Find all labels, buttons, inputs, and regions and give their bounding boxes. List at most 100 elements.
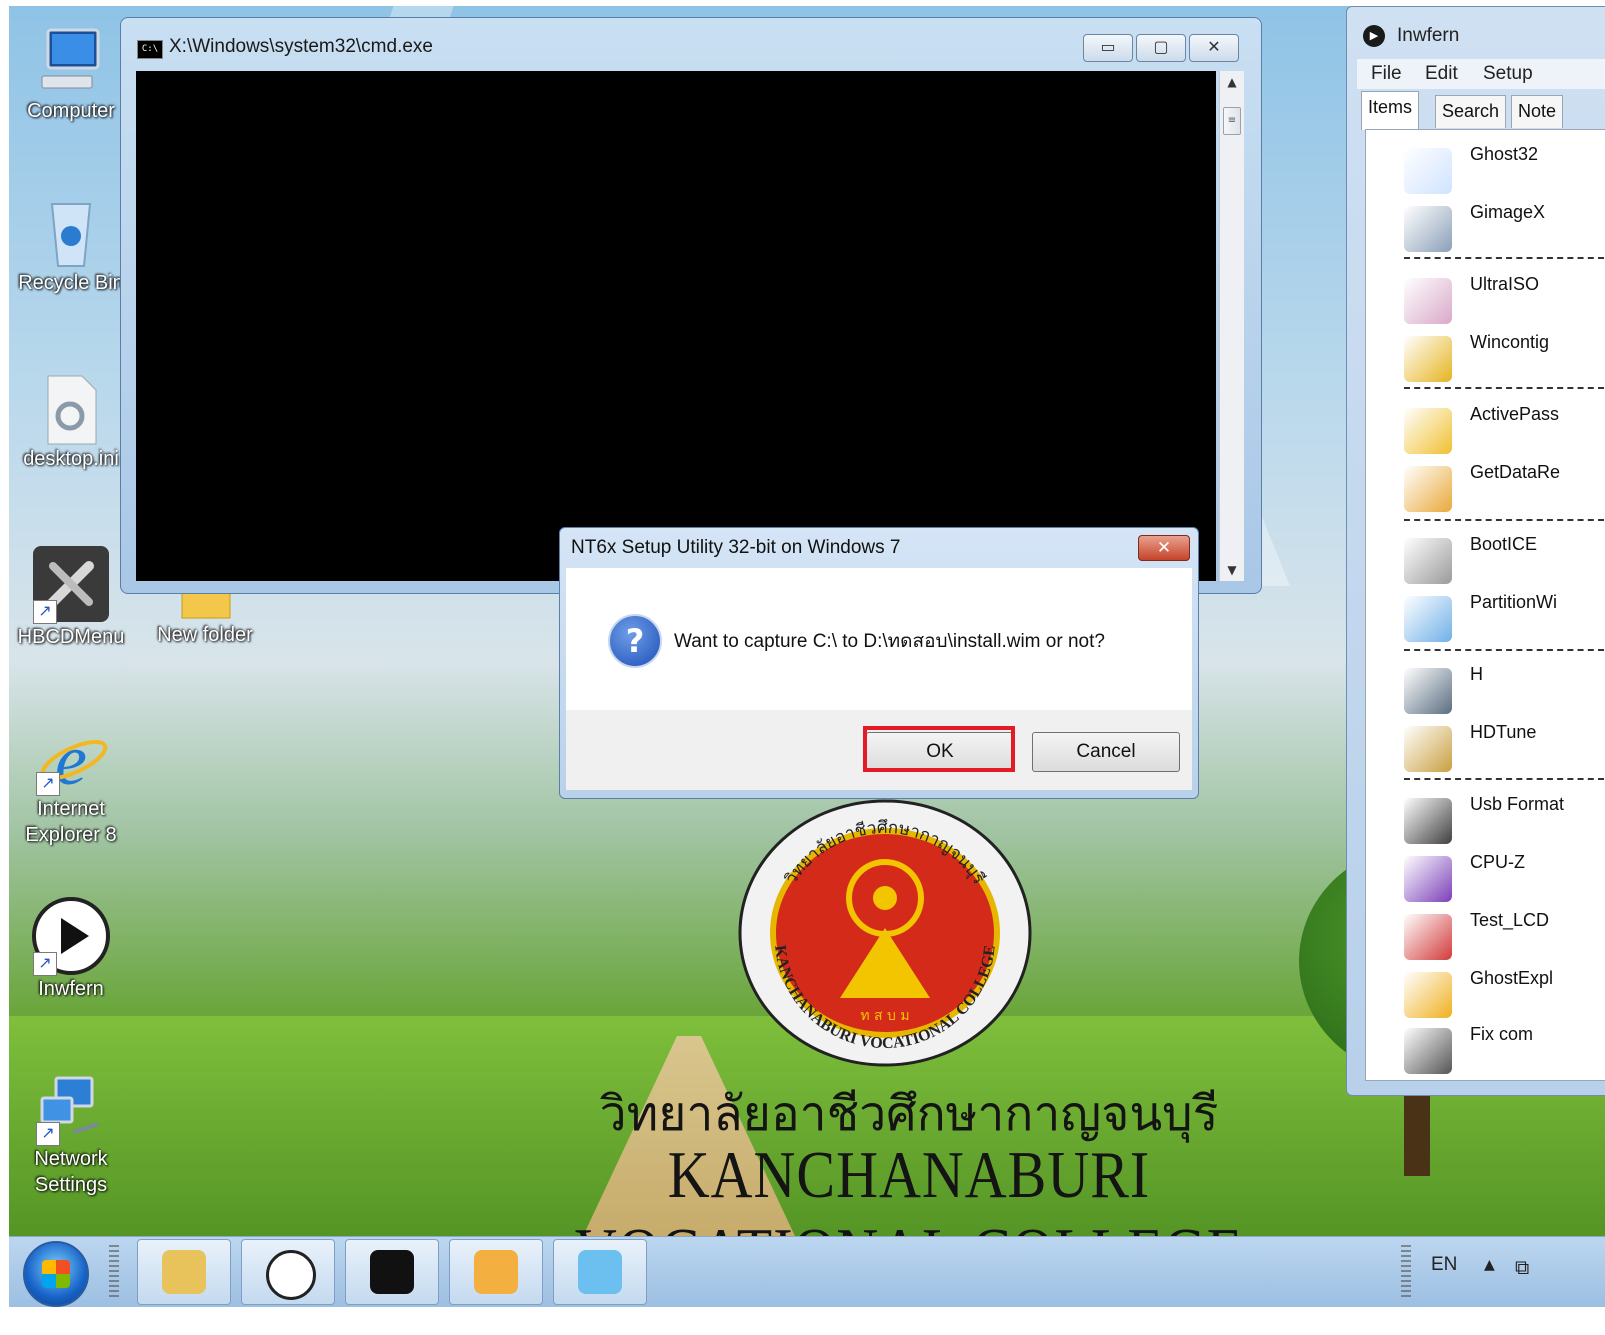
- network-icon: ↗: [34, 1072, 108, 1146]
- desktop-icon-desktop-ini[interactable]: desktop.ini: [11, 372, 131, 472]
- scroll-down-arrow-icon[interactable]: ▼: [1220, 559, 1244, 581]
- ok-button-highlight: [863, 726, 1015, 772]
- cpuz-icon: [1404, 856, 1452, 902]
- college-emblem: วิทยาลัยอาชีวศึกษากาญจนบุรี KANCHANABURI…: [738, 799, 1032, 1067]
- confirm-dialog[interactable]: NT6x Setup Utility 32-bit on Windows 7 ✕…: [559, 527, 1199, 799]
- taskbar-cmd-button[interactable]: [345, 1239, 439, 1305]
- launcher-item-list: Ghost32 GimageX UltraISO Wincontig Activ…: [1365, 129, 1605, 1081]
- tray-grip[interactable]: [1401, 1245, 1411, 1299]
- tab-items[interactable]: Items: [1361, 91, 1420, 130]
- menu-file[interactable]: File: [1371, 63, 1402, 85]
- desktop-icon-recycle-bin[interactable]: Recycle Bin: [11, 196, 131, 296]
- play-icon: ▶: [1363, 25, 1385, 47]
- taskbar-paint-button[interactable]: [449, 1239, 543, 1305]
- list-item[interactable]: Usb Format: [1404, 794, 1605, 846]
- maximize-button[interactable]: ▢: [1136, 34, 1186, 62]
- floppy-icon: [1404, 538, 1452, 584]
- app-icon: [578, 1250, 622, 1294]
- hdtune-icon: [1404, 726, 1452, 772]
- desktop-icon-computer[interactable]: Computer: [11, 24, 131, 124]
- taskbar-explorer-button[interactable]: [137, 1239, 231, 1305]
- vertical-scrollbar[interactable]: ▲ ≡ ▼: [1219, 71, 1244, 581]
- close-button[interactable]: ✕: [1189, 34, 1239, 62]
- list-item[interactable]: PartitionWi: [1404, 592, 1605, 644]
- list-item-label: BootICE: [1470, 534, 1538, 554]
- tools-icon: ↗: [31, 544, 111, 624]
- list-item-label: PartitionWi: [1470, 592, 1558, 612]
- list-item[interactable]: GhostExpl: [1404, 968, 1605, 1020]
- list-item[interactable]: ActivePass: [1404, 404, 1605, 456]
- list-item[interactable]: Ghost32: [1404, 144, 1605, 196]
- list-item[interactable]: GetDataRe: [1404, 462, 1605, 514]
- shortcut-arrow-icon: ↗: [36, 1122, 60, 1146]
- windows-logo-icon: [42, 1260, 70, 1288]
- network-tray-icon[interactable]: ⧉: [1515, 1255, 1529, 1279]
- desktop-icon-label: Inwfern: [38, 978, 104, 1000]
- inwfern-launcher-window[interactable]: ▶ Inwfern File Edit Setup Items Search N…: [1346, 6, 1605, 1096]
- key-icon: [1404, 408, 1452, 454]
- console-output-area[interactable]: [136, 71, 1216, 581]
- desktop-icon-internet-explorer[interactable]: e ↗ Internet Explorer 8: [11, 720, 131, 848]
- list-item[interactable]: HDTune: [1404, 722, 1605, 774]
- list-item[interactable]: H: [1404, 664, 1605, 716]
- desktop-icon-label: desktop.ini: [23, 448, 119, 470]
- gimagex-icon: [1404, 206, 1452, 252]
- language-indicator[interactable]: EN: [1431, 1254, 1457, 1276]
- desktop-icon-label: Internet Explorer 8: [25, 798, 117, 846]
- partition-icon: [1404, 596, 1452, 642]
- list-item[interactable]: Wincontig: [1404, 332, 1605, 384]
- minimize-button[interactable]: ▭: [1083, 34, 1133, 62]
- tab-note[interactable]: Note: [1511, 95, 1564, 128]
- list-item[interactable]: CPU-Z: [1404, 852, 1605, 904]
- dialog-button-bar: OK Cancel: [566, 710, 1192, 790]
- list-item[interactable]: GimageX: [1404, 202, 1605, 254]
- emblem-center-text: ท ส บ ม: [860, 1008, 909, 1024]
- menu-edit[interactable]: Edit: [1425, 63, 1458, 85]
- list-item-label: Wincontig: [1470, 332, 1550, 352]
- recycle-bin-icon: [34, 196, 108, 270]
- disc-icon: [1404, 278, 1452, 324]
- cmd-app-icon: C:\: [137, 40, 163, 59]
- cancel-button[interactable]: Cancel: [1032, 732, 1180, 772]
- list-item[interactable]: Test_LCD: [1404, 910, 1605, 962]
- dialog-message: Want to capture C:\ to D:\ทดสอบ\install.…: [674, 631, 1105, 652]
- ghost-icon: [1404, 148, 1452, 194]
- cmd-window[interactable]: C:\ X:\Windows\system32\cmd.exe ▭ ▢ ✕ ▲ …: [120, 17, 1262, 594]
- menu-setup[interactable]: Setup: [1483, 63, 1533, 85]
- desktop-icon-label: Recycle Bin: [18, 272, 124, 294]
- scroll-thumb[interactable]: ≡: [1223, 107, 1241, 135]
- list-item-label: ActivePass: [1470, 404, 1560, 424]
- settings-file-icon: [34, 372, 108, 446]
- desktop-icon-hbcdmenu[interactable]: ↗ HBCDMenu: [11, 544, 131, 650]
- list-item[interactable]: UltraISO: [1404, 274, 1605, 326]
- list-item-label: GhostExpl: [1470, 968, 1554, 988]
- desktop-icon-network-settings[interactable]: ↗ Network Settings: [11, 1072, 131, 1198]
- taskbar-grip[interactable]: [109, 1245, 119, 1299]
- dialog-body: ? Want to capture C:\ to D:\ทดสอบ\instal…: [566, 568, 1192, 710]
- desktop-icon-label: HBCDMenu: [17, 626, 125, 648]
- ghost-explorer-icon: [1404, 972, 1452, 1018]
- list-separator: [1404, 649, 1604, 651]
- list-item-label: CPU-Z: [1470, 852, 1525, 872]
- list-separator: [1404, 778, 1604, 780]
- scroll-up-arrow-icon[interactable]: ▲: [1220, 71, 1244, 93]
- desktop-icon-label: New folder: [157, 624, 253, 646]
- tab-search[interactable]: Search: [1435, 95, 1507, 128]
- show-hidden-icons-icon[interactable]: ▲: [1484, 1257, 1495, 1273]
- question-icon: ?: [608, 614, 662, 668]
- dialog-close-button[interactable]: ✕: [1138, 535, 1190, 561]
- taskbar-app-button[interactable]: [553, 1239, 647, 1305]
- usb-icon: [1404, 798, 1452, 844]
- taskbar: EN ▲ ⧉: [9, 1236, 1605, 1307]
- start-button[interactable]: [23, 1241, 89, 1307]
- list-item[interactable]: Fix com: [1404, 1024, 1605, 1076]
- paint-icon: [474, 1250, 518, 1294]
- desktop-icon-label: Computer: [27, 100, 115, 122]
- list-separator: [1404, 519, 1604, 521]
- list-separator: [1404, 387, 1604, 389]
- list-item[interactable]: BootICE: [1404, 534, 1605, 586]
- taskbar-inwfern-button[interactable]: [241, 1239, 335, 1305]
- shortcut-arrow-icon: ↗: [33, 952, 57, 976]
- desktop-icon-inwfern[interactable]: ↗ Inwfern: [11, 896, 131, 1002]
- list-separator: [1404, 257, 1604, 259]
